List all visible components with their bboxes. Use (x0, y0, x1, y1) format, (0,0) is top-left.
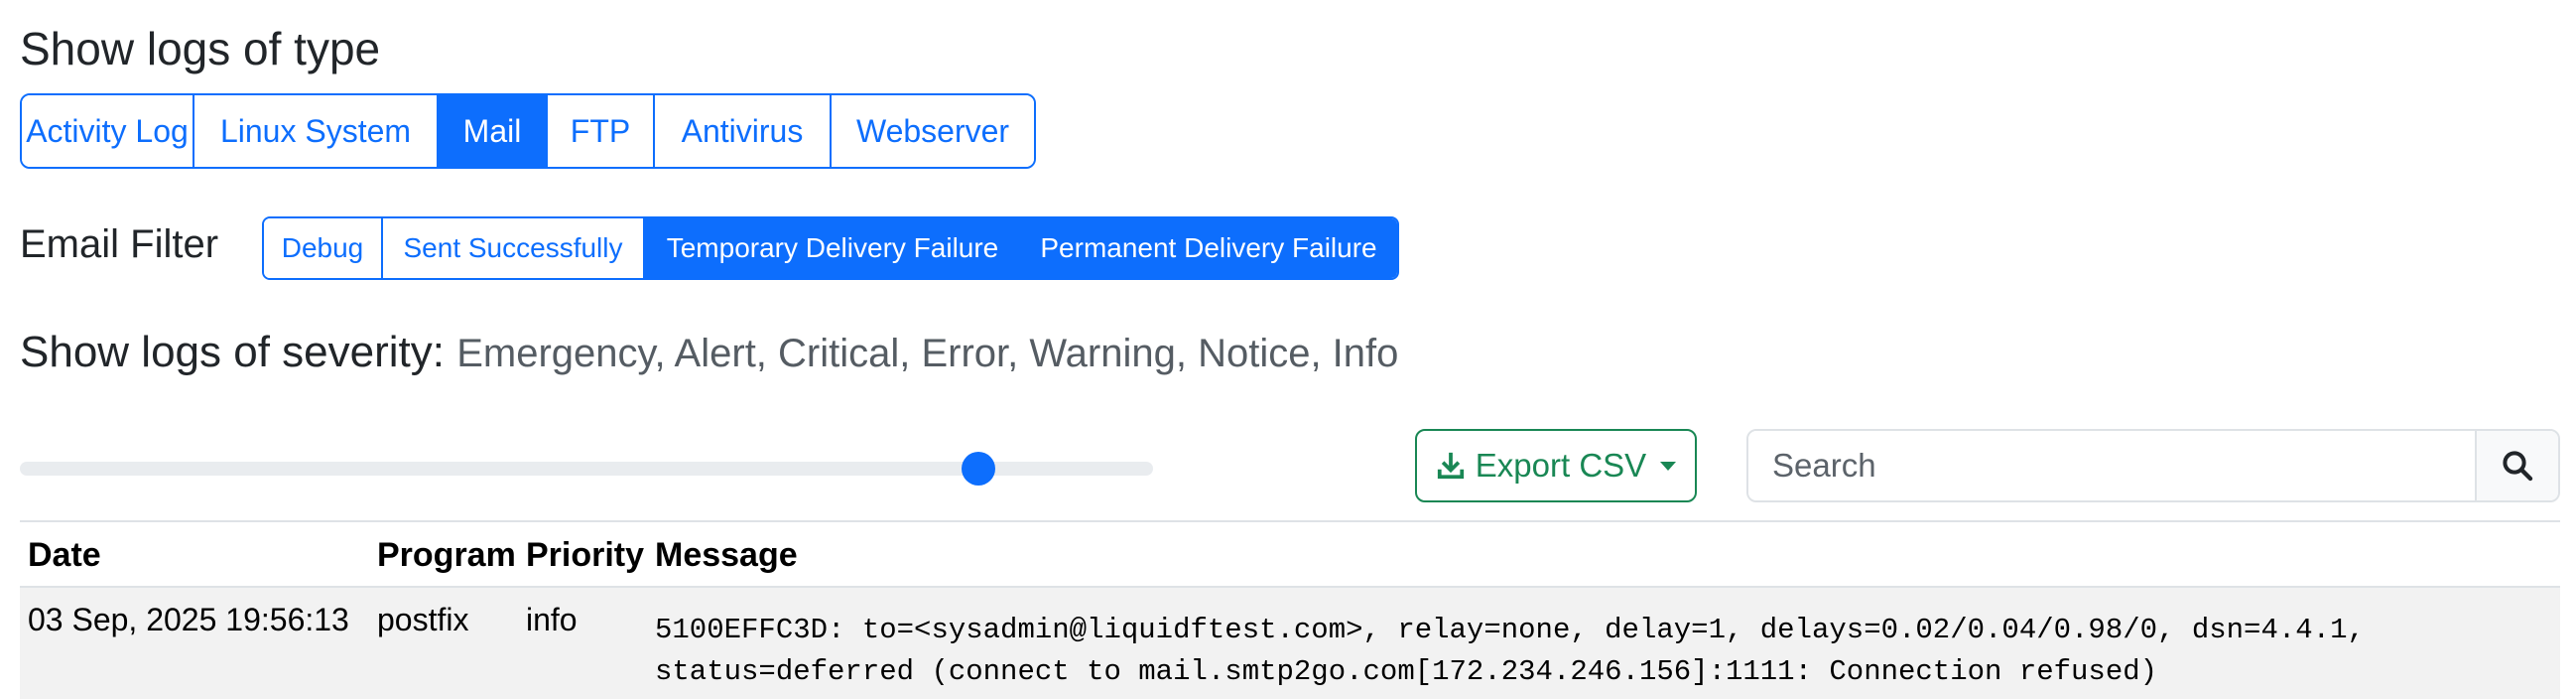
search-icon (2503, 451, 2533, 482)
tab-webserver[interactable]: Webserver (830, 95, 1034, 167)
table-top-border (20, 520, 2560, 522)
severity-heading-label: Show logs of severity: (20, 328, 445, 376)
search-box (1746, 429, 2560, 502)
tab-antivirus[interactable]: Antivirus (653, 95, 830, 167)
severity-slider-thumb[interactable] (962, 452, 995, 486)
filter-temporary-failure-button[interactable]: Temporary Delivery Failure (643, 218, 1020, 278)
severity-heading: Show logs of severity: Emergency, Alert,… (20, 328, 1398, 377)
download-icon (1437, 452, 1464, 480)
tab-linux-system[interactable]: Linux System (193, 95, 437, 167)
cell-priority: info (526, 602, 578, 637)
email-filter-button-group: Debug Sent Successfully Temporary Delive… (262, 216, 1399, 280)
cell-message: 5100EFFC3D: to=<sysadmin@liquidftest.com… (655, 610, 2365, 693)
export-csv-button[interactable]: Export CSV (1415, 429, 1697, 502)
log-type-heading: Show logs of type (20, 23, 381, 74)
caret-down-icon (1660, 461, 1677, 471)
filter-permanent-failure-button[interactable]: Permanent Delivery Failure (1020, 218, 1397, 278)
email-filter-label: Email Filter (20, 222, 219, 266)
filter-debug-button[interactable]: Debug (264, 218, 381, 278)
tab-ftp[interactable]: FTP (546, 95, 653, 167)
filter-sent-successfully-button[interactable]: Sent Successfully (381, 218, 643, 278)
search-input[interactable] (1748, 431, 2475, 500)
column-header-message[interactable]: Message (655, 536, 798, 575)
column-header-program[interactable]: Program (377, 536, 516, 575)
search-button[interactable] (2475, 431, 2558, 500)
severity-levels: Emergency, Alert, Critical, Error, Warni… (456, 332, 1399, 375)
cell-program: postfix (377, 602, 469, 637)
export-csv-label: Export CSV (1475, 447, 1647, 484)
log-type-button-group: Activity Log Linux System Mail FTP Antiv… (20, 93, 1036, 169)
tab-mail[interactable]: Mail (437, 95, 546, 167)
column-header-priority[interactable]: Priority (526, 536, 644, 575)
column-header-date[interactable]: Date (28, 536, 101, 575)
cell-message-line-2: status=deferred (connect to mail.smtp2go… (655, 655, 2158, 688)
cell-date: 03 Sep, 2025 19:56:13 (28, 602, 349, 637)
cell-message-line-1: 5100EFFC3D: to=<sysadmin@liquidftest.com… (655, 614, 2365, 646)
tab-activity-log[interactable]: Activity Log (22, 95, 193, 167)
